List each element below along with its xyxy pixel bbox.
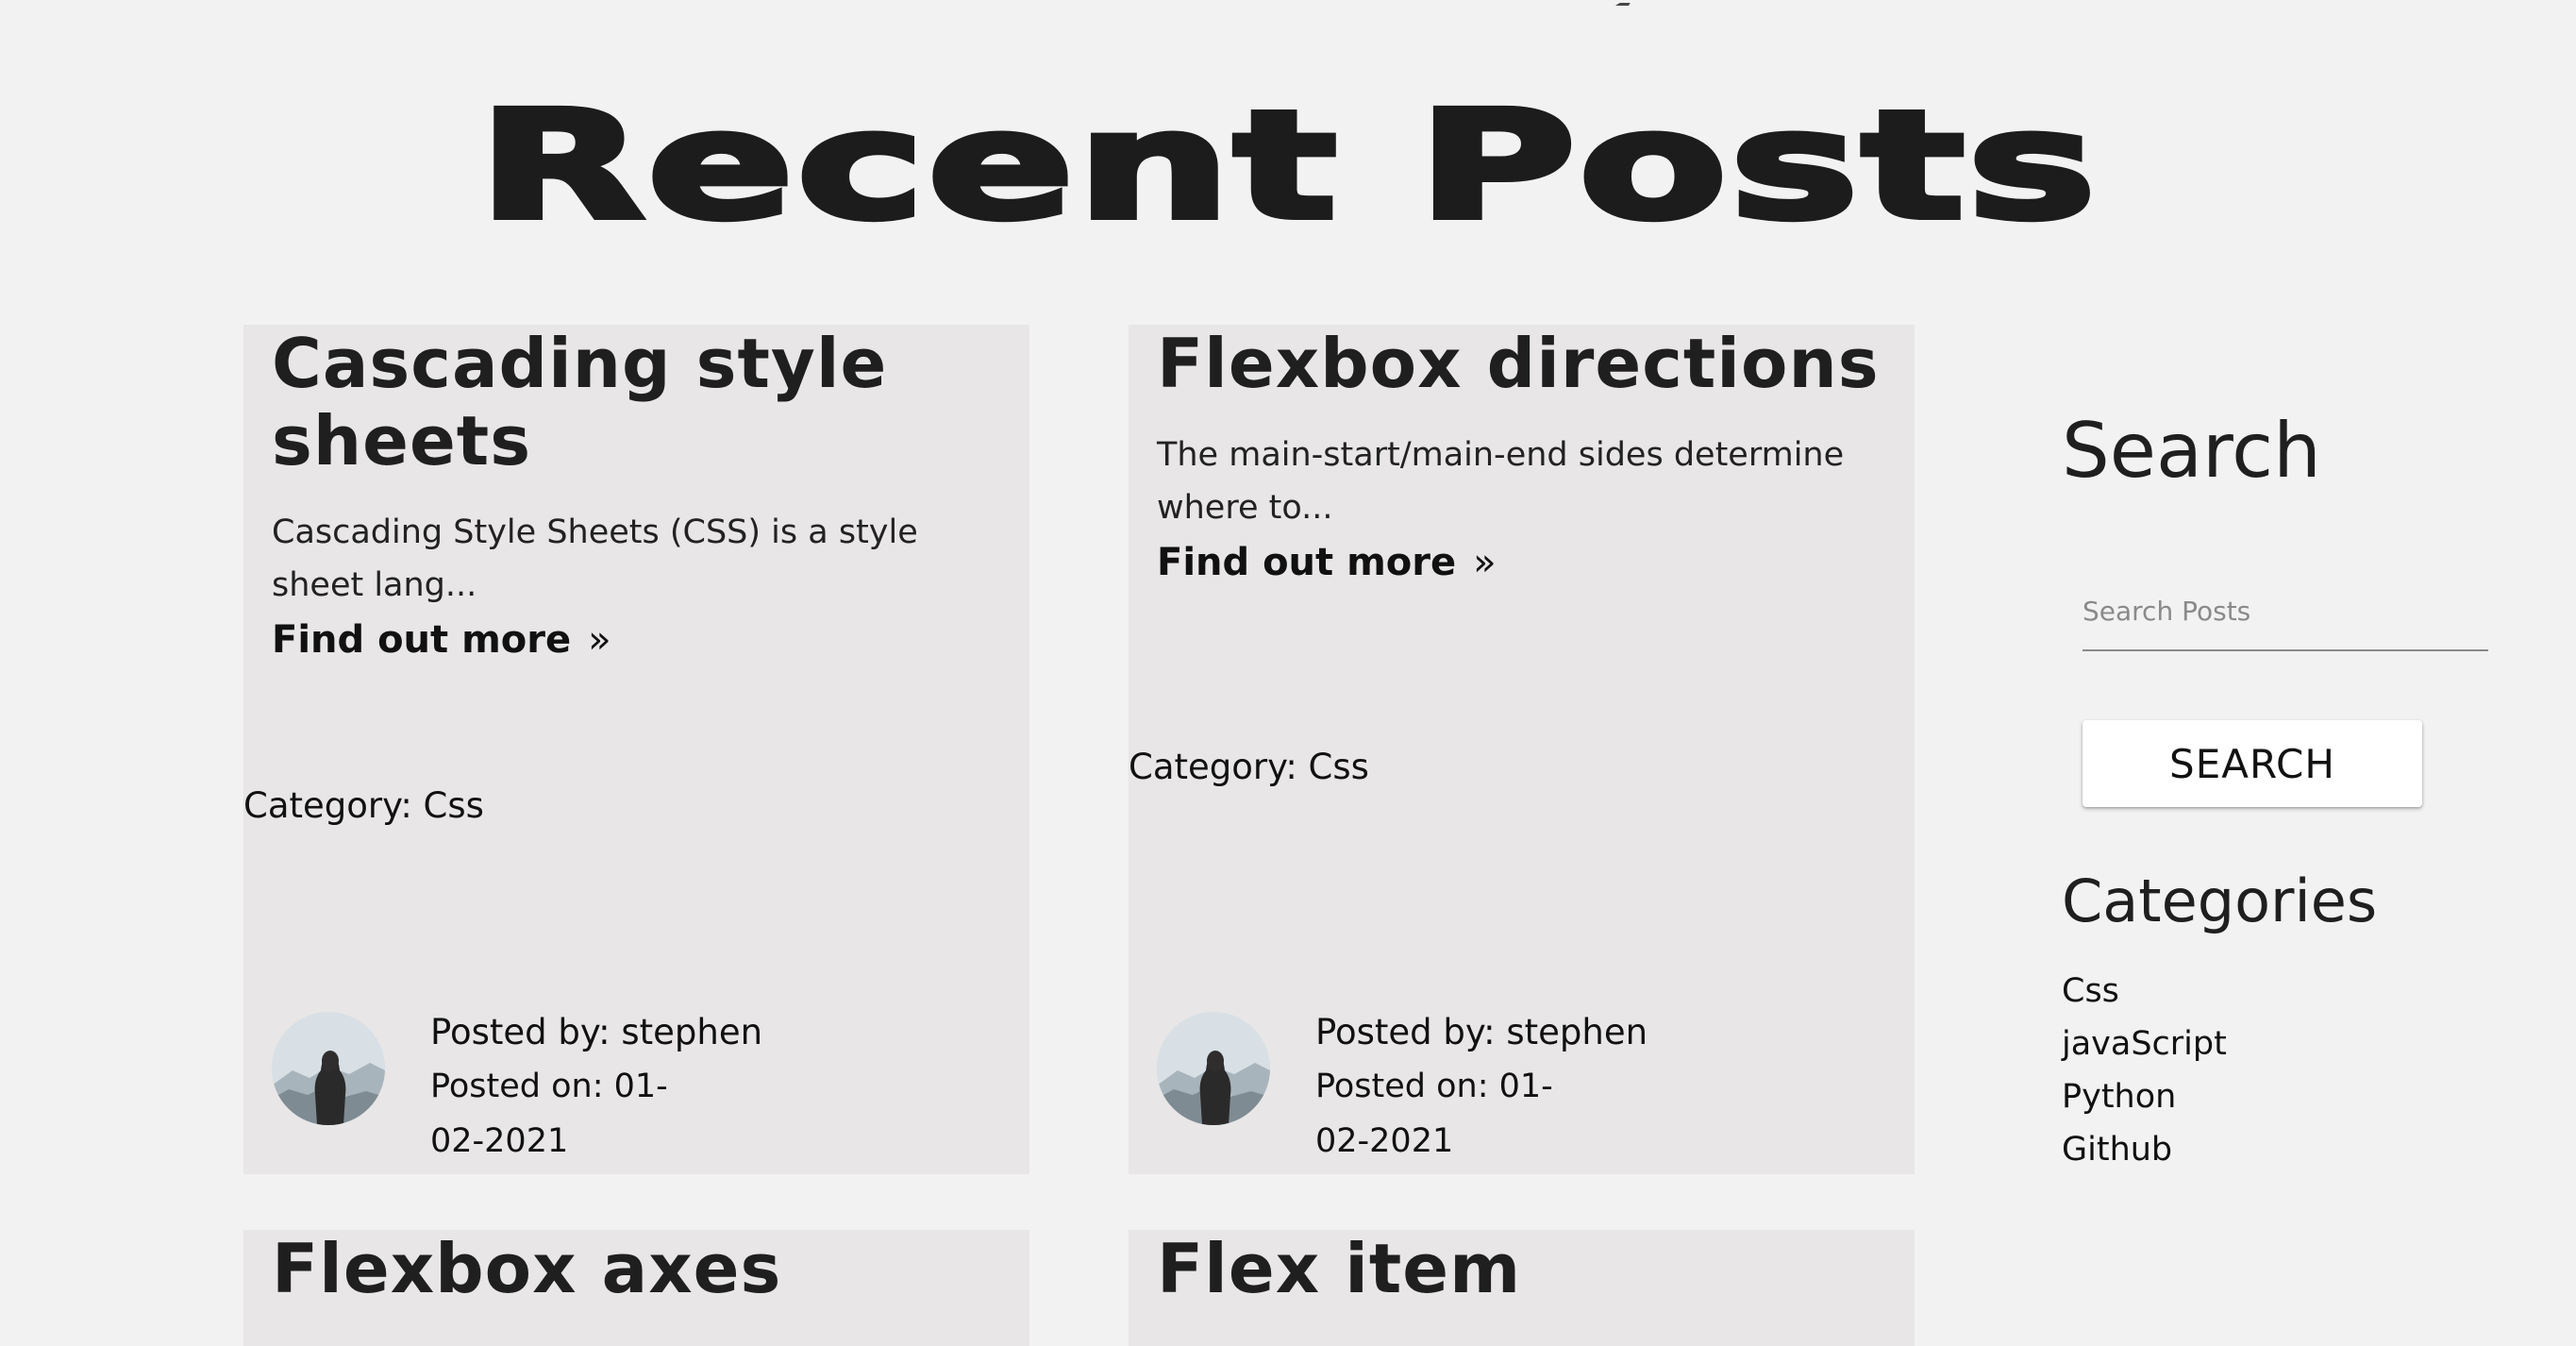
categories-list: Css javaScript Python Github	[2062, 965, 2227, 1176]
avatar	[1157, 1012, 1270, 1125]
post-title[interactable]: Flexbox directions	[1157, 325, 1886, 402]
post-card: Flexbox axes	[243, 1230, 1029, 1346]
post-title[interactable]: Flexbox axes	[272, 1230, 1001, 1307]
categories-heading: Categories	[2062, 866, 2378, 935]
hooded-figure-icon	[1157, 1012, 1270, 1125]
post-excerpt: Cascading Style Sheets (CSS) is a style …	[272, 513, 918, 604]
post-title[interactable]: Flex item	[1157, 1230, 1886, 1307]
find-out-more-link[interactable]: Find out more »	[1157, 536, 1497, 589]
find-out-more-link[interactable]: Find out more »	[272, 614, 611, 666]
post-category: Category: Css	[243, 785, 484, 826]
category-link-javascript[interactable]: javaScript	[2062, 1018, 2227, 1070]
post-excerpt: The main-start/main-end sides determine …	[1157, 436, 1845, 527]
double-chevron-right-icon: »	[1473, 541, 1497, 584]
post-card: Cascading style sheets Cascading Style S…	[243, 325, 1029, 1174]
posted-on: Posted on: 01-02-2021	[430, 1068, 668, 1160]
category-link-github[interactable]: Github	[2062, 1123, 2227, 1176]
category-link-css[interactable]: Css	[2062, 965, 2227, 1018]
post-category: Category: Css	[1129, 747, 1369, 787]
page-title: Recent Posts	[474, 78, 2100, 254]
posted-on: Posted on: 01-02-2021	[1315, 1068, 1553, 1160]
post-meta: Posted by: stephen Posted on: 01-02-2021	[430, 1006, 762, 1169]
posted-by: Posted by: stephen	[430, 1012, 763, 1052]
posted-by: Posted by: stephen	[1315, 1012, 1648, 1052]
find-out-more-label: Find out more	[272, 618, 572, 662]
search-button[interactable]: SEARCH	[2083, 720, 2422, 807]
search-input[interactable]	[2083, 578, 2488, 651]
avatar	[272, 1012, 385, 1125]
top-decoration-glyph	[1614, 0, 1637, 6]
double-chevron-right-icon: »	[588, 618, 611, 662]
page: Recent Posts Cascading style sheets Casc…	[0, 0, 2576, 1346]
post-meta: Posted by: stephen Posted on: 01-02-2021	[1315, 1006, 1648, 1169]
post-title[interactable]: Cascading style sheets	[272, 325, 1001, 480]
post-card: Flex item	[1129, 1230, 1915, 1346]
category-link-python[interactable]: Python	[2062, 1070, 2227, 1123]
hooded-figure-icon	[272, 1012, 385, 1125]
post-card: Flexbox directions The main-start/main-e…	[1129, 325, 1915, 1174]
search-heading: Search	[2062, 407, 2321, 495]
find-out-more-label: Find out more	[1157, 541, 1457, 584]
